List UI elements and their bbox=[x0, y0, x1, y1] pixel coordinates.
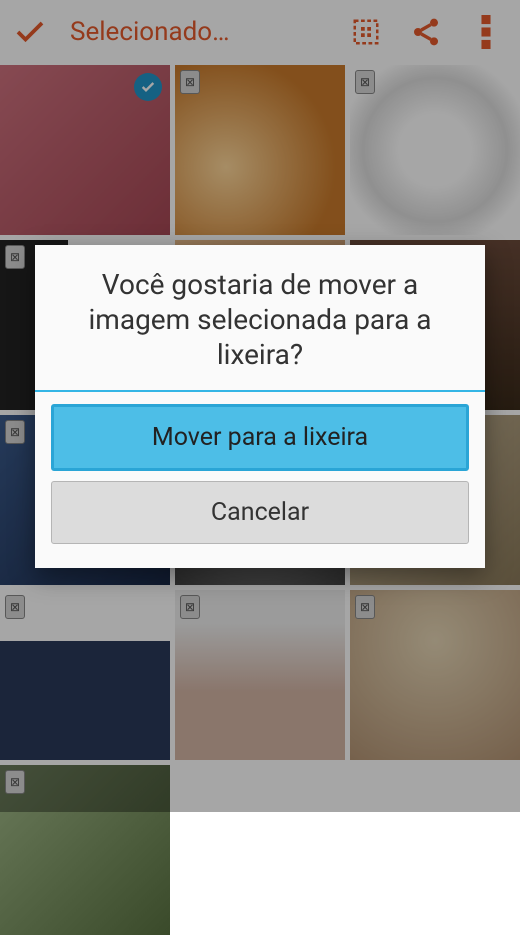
dialog-divider bbox=[35, 390, 485, 392]
move-to-trash-button[interactable]: Mover para a lixeira bbox=[51, 404, 469, 471]
dialog-title: Você gostaria de mover a imagem selecion… bbox=[51, 267, 469, 390]
modal-overlay[interactable]: Você gostaria de mover a imagem selecion… bbox=[0, 0, 520, 812]
confirm-dialog: Você gostaria de mover a imagem selecion… bbox=[35, 245, 485, 568]
cancel-button[interactable]: Cancelar bbox=[51, 481, 469, 544]
